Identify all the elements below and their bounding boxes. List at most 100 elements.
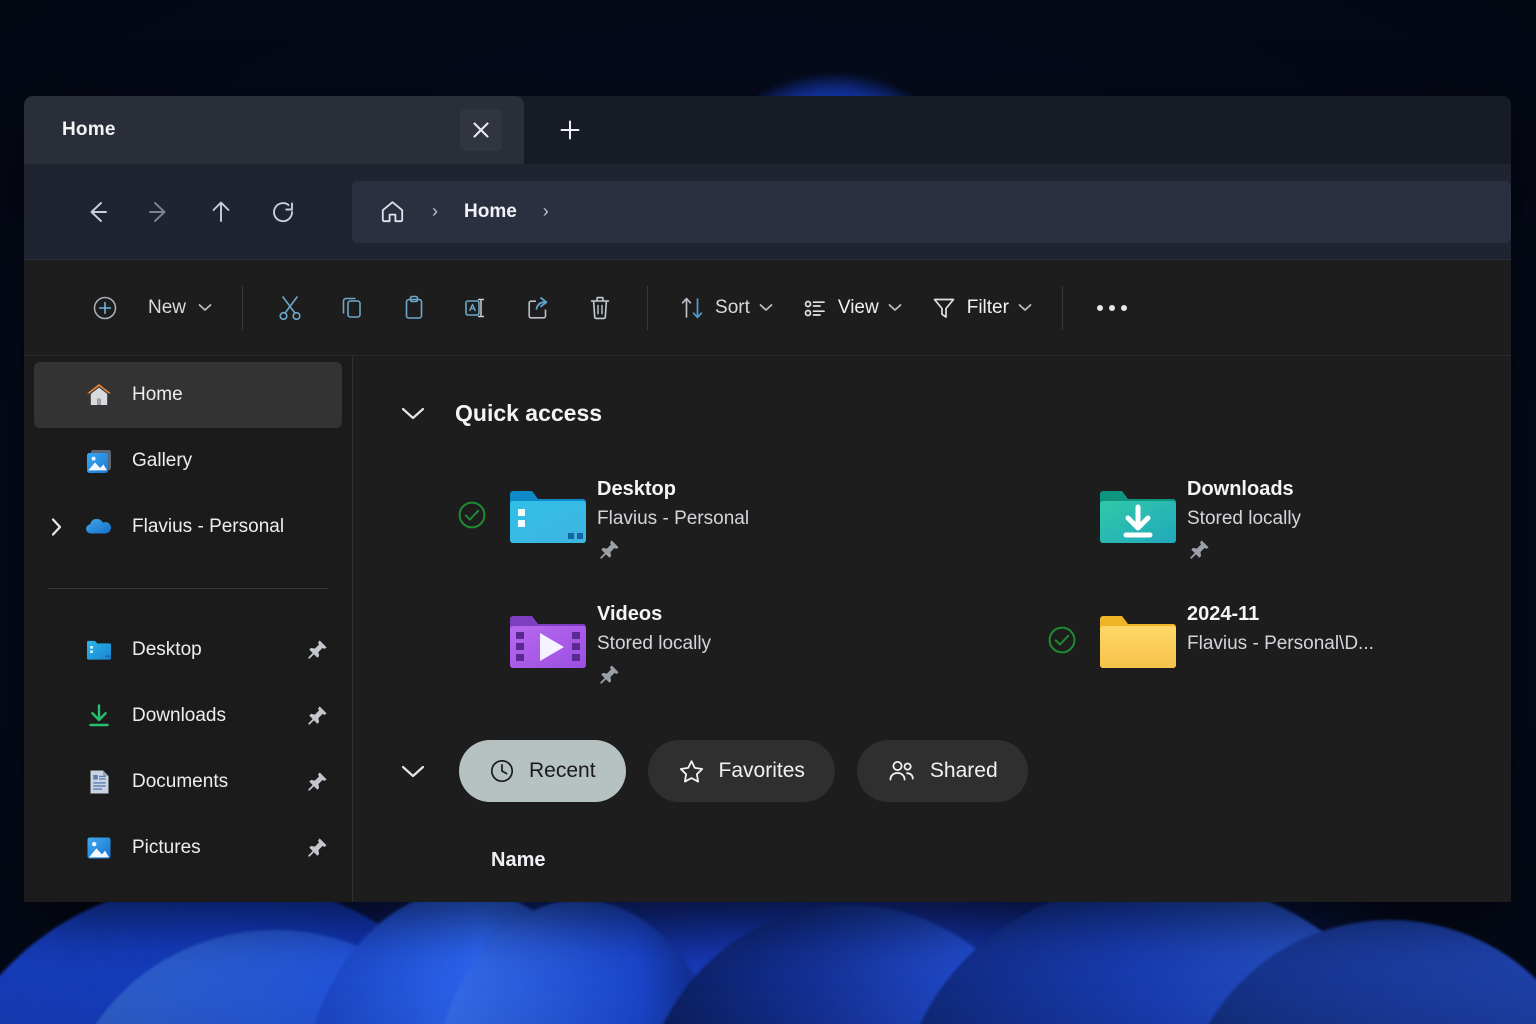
sidebar-item-onedrive[interactable]: Flavius - Personal	[34, 494, 342, 560]
videos-folder-icon	[499, 595, 597, 677]
sidebar-item-documents[interactable]: Documents	[34, 749, 342, 815]
pin-icon[interactable]	[302, 833, 332, 863]
item-name: Desktop	[597, 478, 676, 500]
refresh-button[interactable]	[252, 181, 314, 243]
sidebar-divider	[48, 588, 328, 589]
pin-icon[interactable]	[302, 701, 332, 731]
item-name: Videos	[597, 603, 663, 625]
tab-label: Shared	[929, 759, 998, 782]
cut-icon[interactable]	[259, 277, 321, 339]
item-name: Downloads	[1187, 478, 1294, 500]
copy-icon[interactable]	[321, 277, 383, 339]
onedrive-cloud-icon	[80, 508, 118, 546]
sidebar-item-home[interactable]: Home	[34, 362, 342, 428]
dot	[1120, 304, 1127, 311]
view-button[interactable]: View	[787, 278, 916, 338]
toolbar-divider	[647, 285, 649, 330]
sidebar-item-gallery[interactable]: Gallery	[34, 428, 342, 494]
expander-placeholder	[34, 749, 80, 815]
tab-favorites[interactable]: Favorites	[647, 740, 835, 802]
pin-icon[interactable]	[302, 767, 332, 797]
new-button[interactable]: New	[68, 278, 226, 338]
tab-label: Recent	[529, 759, 596, 782]
tab-title: Home	[62, 119, 116, 140]
quick-access-item-downloads[interactable]: Downloads Stored locally	[1035, 462, 1511, 571]
sync-status-none	[445, 595, 499, 623]
expander-placeholder	[34, 683, 80, 749]
filter-label: Filter	[966, 296, 1009, 318]
sidebar-item-label: Pictures	[132, 837, 201, 858]
sidebar-item-downloads[interactable]: Downloads	[34, 683, 342, 749]
item-subtitle: Flavius - Personal\D...	[1187, 633, 1374, 654]
chevron-right-icon[interactable]	[34, 494, 80, 560]
chevron-down-icon	[1018, 301, 1032, 314]
home-folder-icon	[80, 376, 118, 414]
breadcrumb[interactable]: › Home ›	[352, 180, 1511, 243]
downloads-arrow-icon	[80, 697, 118, 735]
quick-access-meta: 2024-11 Flavius - Personal\D...	[1187, 595, 1501, 655]
tab-recent[interactable]: Recent	[459, 740, 626, 802]
tab-label: Favorites	[718, 759, 805, 782]
new-tab-button[interactable]	[524, 96, 616, 164]
delete-icon[interactable]	[569, 277, 631, 339]
pinned-indicator-icon	[1187, 537, 1501, 563]
filter-button[interactable]: Filter	[916, 278, 1046, 338]
chevron-down-icon[interactable]	[389, 747, 437, 795]
star-icon	[679, 759, 703, 782]
recent-section-tabs: Recent Favorites Shared	[353, 740, 1511, 802]
sort-button[interactable]: Sort	[664, 278, 787, 338]
quick-access-item-2024-11[interactable]: 2024-11 Flavius - Personal\D...	[1035, 587, 1511, 696]
sidebar-item-pictures[interactable]: Pictures	[34, 815, 342, 881]
column-headers: Name	[353, 838, 1511, 882]
sort-icon	[681, 297, 703, 318]
share-icon[interactable]	[507, 277, 569, 339]
quick-access-meta: Desktop Flavius - Personal	[597, 470, 1025, 563]
pinned-indicator-icon	[597, 662, 1025, 688]
breadcrumb-current[interactable]: Home	[456, 201, 525, 223]
quick-access-item-desktop[interactable]: Desktop Flavius - Personal	[445, 462, 1035, 571]
quick-access-item-videos[interactable]: Videos Stored locally	[445, 587, 1035, 696]
up-button[interactable]	[190, 181, 252, 243]
tab-shared[interactable]: Shared	[856, 740, 1028, 802]
column-header-name[interactable]: Name	[491, 849, 545, 872]
desktop-folder-icon	[499, 470, 597, 552]
item-subtitle: Stored locally	[597, 633, 712, 654]
toolbar-divider	[1061, 285, 1063, 330]
downloads-folder-icon	[1089, 470, 1187, 552]
tab-home[interactable]: Home	[24, 96, 524, 164]
gallery-icon	[80, 442, 118, 480]
content-pane: Quick access Desktop Flavius - Personal …	[353, 356, 1511, 902]
new-button-label: New	[148, 296, 187, 318]
navigation-pane: Home Gallery Flavius - Personal Desktop …	[24, 356, 353, 902]
pin-icon[interactable]	[302, 635, 332, 665]
desktop-wallpaper: Home › Home › New Sort View Filter Home …	[0, 0, 1536, 1024]
title-bar: Home	[24, 96, 1511, 164]
quick-access-meta: Downloads Stored locally	[1187, 470, 1501, 563]
sync-status-synced-icon	[1035, 595, 1089, 657]
item-subtitle: Flavius - Personal	[597, 508, 750, 529]
view-label: View	[837, 296, 879, 318]
see-more-icon[interactable]	[1079, 277, 1145, 339]
chevron-down-icon	[759, 301, 773, 314]
paste-icon[interactable]	[383, 277, 445, 339]
item-name: 2024-11	[1187, 603, 1260, 625]
home-icon[interactable]	[370, 190, 414, 234]
dot	[1096, 304, 1103, 311]
chevron-down-icon[interactable]	[389, 389, 437, 437]
command-toolbar: New Sort View Filter	[24, 260, 1511, 356]
sync-status-none	[1035, 470, 1089, 498]
close-icon[interactable]	[460, 109, 502, 151]
quick-access-header: Quick access	[353, 386, 1511, 440]
forward-button[interactable]	[128, 181, 190, 243]
people-icon	[889, 760, 914, 780]
breadcrumb-separator[interactable]: ›	[418, 190, 452, 234]
clock-icon	[490, 759, 514, 783]
sync-status-synced-icon	[445, 470, 499, 532]
section-title: Quick access	[455, 399, 603, 426]
sidebar-item-label: Flavius - Personal	[132, 516, 285, 537]
pictures-image-icon	[80, 829, 118, 867]
sidebar-item-desktop[interactable]: Desktop	[34, 617, 342, 683]
rename-icon[interactable]	[445, 277, 507, 339]
breadcrumb-separator-trailing[interactable]: ›	[529, 190, 563, 234]
back-button[interactable]	[66, 181, 128, 243]
